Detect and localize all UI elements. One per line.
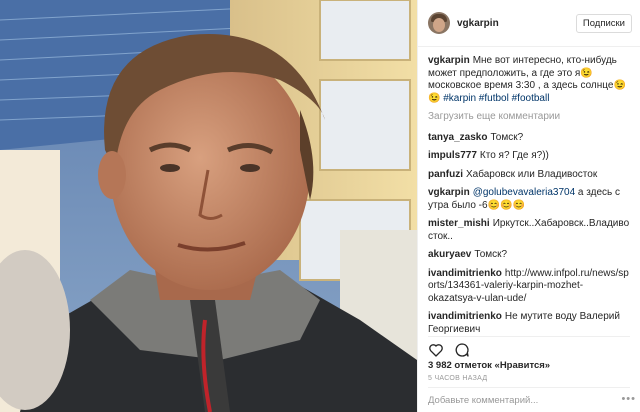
comment-text: Кто я? Где я?)) — [479, 150, 549, 161]
selfie-image — [0, 0, 417, 412]
comment-mention[interactable]: @golubevavaleria3704 — [473, 187, 575, 198]
comment: ivandimitrienko Не мутите воду Валерий Ге… — [428, 311, 630, 336]
post-photo[interactable] — [0, 0, 417, 412]
avatar[interactable] — [428, 12, 450, 34]
comment-username[interactable]: ivandimitrienko — [428, 268, 502, 279]
comment-username[interactable]: ivandimitrienko — [428, 311, 502, 322]
comment: akuryaev Томск? — [428, 249, 630, 262]
follow-button[interactable]: Подписки — [575, 13, 632, 33]
comment-username[interactable]: panfuzi — [428, 169, 463, 180]
instagram-post: vgkarpin Подписки vgkarpin Мне вот интере… — [0, 0, 640, 412]
comment: ivandimitrienko http://www.infpol.ru/news… — [428, 268, 630, 306]
comment: impuls777 Кто я? Где я?)) — [428, 150, 630, 163]
comment-input[interactable] — [428, 394, 630, 406]
add-comment-bar — [428, 387, 630, 412]
header-username[interactable]: vgkarpin — [457, 18, 576, 29]
load-more-comments[interactable]: Загрузить еще комментарии — [428, 111, 630, 124]
comment-username[interactable]: akuryaev — [428, 249, 471, 260]
more-options-icon[interactable]: ••• — [621, 393, 636, 405]
comment: tanya_zasko Томск? — [428, 132, 630, 145]
comments-list: vgkarpin Мне вот интересно, кто-нибудь мо… — [418, 47, 640, 336]
comment-text: Томск? — [490, 131, 524, 143]
caption: vgkarpin Мне вот интересно, кто-нибудь мо… — [428, 55, 630, 105]
caption-tags[interactable]: #karpin #futbol #football — [443, 93, 549, 104]
comment: mister_mishi Иркутск..Хабаровск..Владиво … — [428, 218, 630, 243]
action-bar — [428, 336, 630, 358]
heart-icon[interactable] — [428, 342, 444, 358]
comment-username[interactable]: mister_mishi — [428, 218, 490, 229]
comment: panfuzi Хабаровск или Владивосток — [428, 169, 630, 182]
comment-username[interactable]: impuls777 — [428, 150, 477, 161]
post-time[interactable]: 5 часов назад — [418, 373, 640, 387]
comment-text: Хабаровск или Владивосток — [466, 168, 598, 180]
caption-username[interactable]: vgkarpin — [428, 55, 470, 66]
comment-username[interactable]: tanya_zasko — [428, 132, 487, 143]
comment: vgkarpin @golubevavaleria3704 а здесь с у… — [428, 187, 630, 212]
post-side-panel: vgkarpin Подписки vgkarpin Мне вот интере… — [417, 0, 640, 412]
comment-username[interactable]: vgkarpin — [428, 187, 470, 198]
comment-icon[interactable] — [454, 342, 470, 358]
post-header: vgkarpin Подписки — [418, 0, 640, 47]
comment-text: Томск? — [474, 249, 508, 260]
likes-count[interactable]: 3 982 отметок «Нравится» — [418, 358, 640, 373]
